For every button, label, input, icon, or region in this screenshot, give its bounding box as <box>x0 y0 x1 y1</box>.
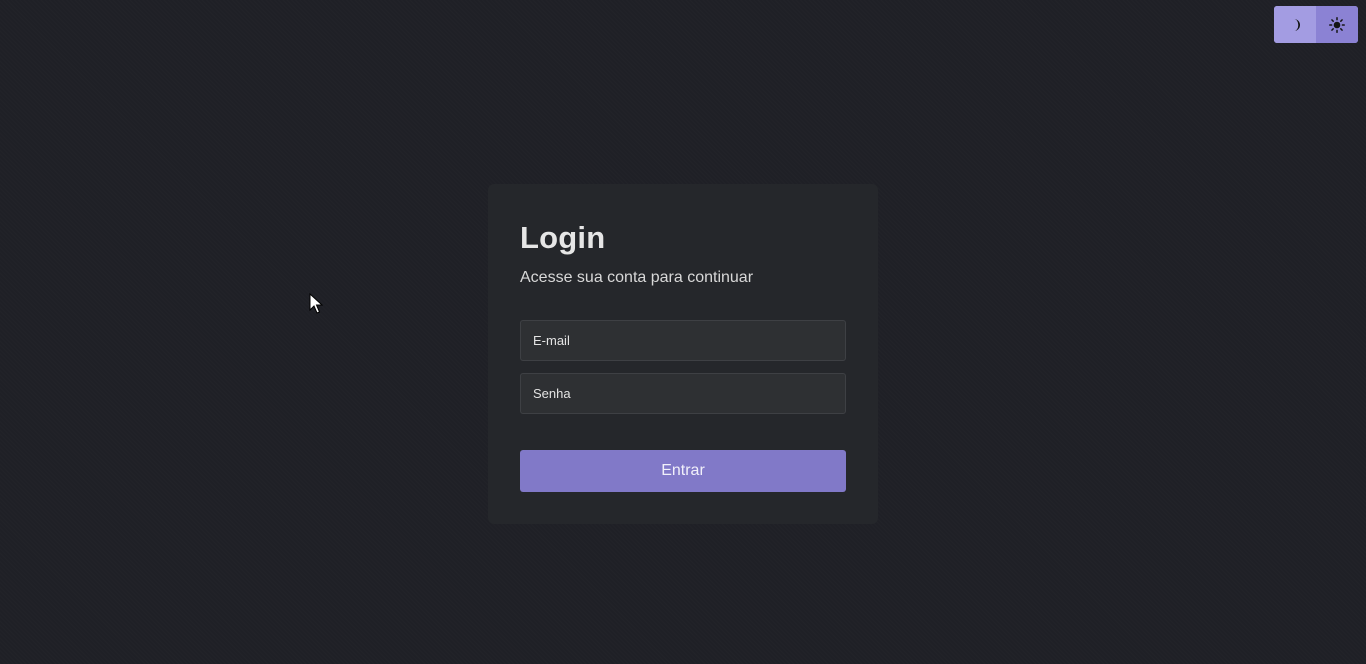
email-field[interactable] <box>520 320 846 361</box>
mouse-cursor-icon <box>309 293 323 314</box>
theme-toggle <box>1274 6 1358 43</box>
light-mode-button[interactable] <box>1316 6 1358 43</box>
moon-icon <box>1294 18 1300 31</box>
login-subtitle: Acesse sua conta para continuar <box>520 269 754 286</box>
login-card: Login Acesse sua conta para continuar En… <box>488 184 878 524</box>
sun-icon <box>1329 16 1345 33</box>
password-field[interactable] <box>520 373 846 414</box>
login-button[interactable]: Entrar <box>520 450 846 492</box>
login-title: Login <box>520 220 606 255</box>
dark-mode-button[interactable] <box>1274 6 1316 43</box>
